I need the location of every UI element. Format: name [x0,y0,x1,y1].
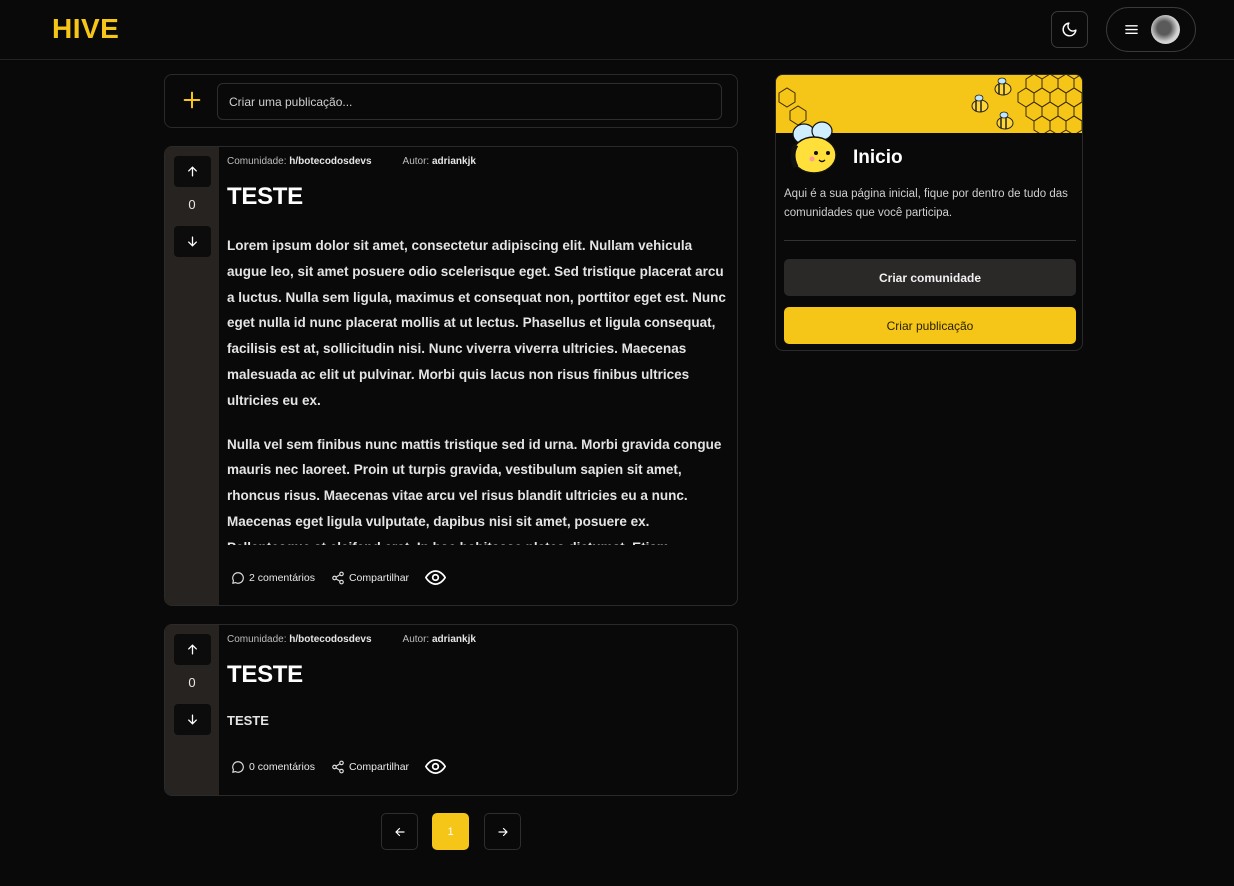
arrow-up-icon [188,166,197,177]
divider [784,240,1076,241]
vote-count: 0 [188,197,196,212]
page-number-button[interactable]: 1 [432,813,469,850]
arrow-left-icon [394,827,405,836]
arrow-down-icon [188,714,197,725]
post-paragraph: Lorem ipsum dolor sit amet, consectetur … [227,238,726,408]
arrow-down-icon [188,236,197,247]
moon-icon [1062,22,1077,37]
vote-column: 0 [165,147,219,605]
comments-button[interactable]: 0 comentários [231,760,315,774]
create-post-bar [164,74,738,128]
post-actions: 0 comentários Compartilhar [231,756,462,777]
share-button[interactable]: Compartilhar [331,760,409,774]
comment-icon [232,571,244,584]
arrow-up-icon [188,644,197,655]
upvote-button[interactable] [174,156,211,187]
post-title[interactable]: TESTE [227,661,303,689]
view-post-button[interactable] [425,567,447,588]
downvote-button[interactable] [174,226,211,257]
arrow-right-icon [497,827,508,836]
comments-count: 0 comentários [249,760,315,773]
eye-icon [425,759,447,774]
sidebar-description: Aqui é a sua página inicial, fique por d… [784,188,1068,219]
downvote-button[interactable] [174,704,211,735]
vote-column: 0 [165,625,219,795]
post-card: 0 Comunidade: h/botecodosdevs Autor: adr… [164,624,738,796]
next-page-button[interactable] [484,813,521,850]
view-post-button[interactable] [425,756,447,777]
author-label: Autor: [402,156,430,167]
post-meta: Comunidade: h/botecodosdevs Autor: adria… [227,634,476,645]
post-card: 0 Comunidade: h/botecodosdevs Autor: adr… [164,146,738,606]
share-label: Compartilhar [348,571,410,584]
community-label: Comunidade: [227,634,287,645]
create-post-button[interactable]: Criar publicação [784,307,1076,344]
post-meta: Comunidade: h/botecodosdevs Autor: adria… [227,156,476,167]
theme-toggle-button[interactable] [1051,11,1088,48]
hamburger-icon [1125,25,1138,34]
comments-count: 2 comentários [249,571,315,584]
post-title[interactable]: TESTE [227,183,303,211]
sidebar-title: Inicio [853,147,903,168]
share-icon [332,571,344,584]
plus-icon[interactable] [181,89,203,111]
post-body: TESTE [227,713,269,728]
prev-page-button[interactable] [381,813,418,850]
author-link[interactable]: adriankjk [432,156,476,167]
eye-icon [425,570,447,585]
community-link[interactable]: h/botecodosdevs [289,634,371,645]
avatar [1151,15,1180,44]
vote-count: 0 [188,675,196,690]
bee-icon [790,121,837,174]
share-button[interactable]: Compartilhar [331,571,409,585]
author-label: Autor: [402,634,430,645]
author-link[interactable]: adriankjk [432,634,476,645]
share-label: Compartilhar [348,760,410,773]
post-paragraph: Nulla vel sem finibus nunc mattis tristi… [227,436,722,545]
create-community-button[interactable]: Criar comunidade [784,259,1076,296]
share-icon [332,760,344,773]
logo[interactable]: HIVE [52,13,119,45]
community-label: Comunidade: [227,156,287,167]
comments-button[interactable]: 2 comentários [231,571,315,585]
post-body: Lorem ipsum dolor sit amet, consectetur … [227,233,730,545]
upvote-button[interactable] [174,634,211,665]
top-nav: HIVE [0,0,1234,60]
post-actions: 2 comentários Compartilhar [231,567,462,588]
community-link[interactable]: h/botecodosdevs [289,156,371,167]
user-menu-button[interactable] [1106,7,1196,52]
comment-icon [232,760,244,773]
create-post-input[interactable] [217,83,722,120]
home-sidebar-card: Inicio Aqui é a sua página inicial, fiqu… [775,74,1083,351]
